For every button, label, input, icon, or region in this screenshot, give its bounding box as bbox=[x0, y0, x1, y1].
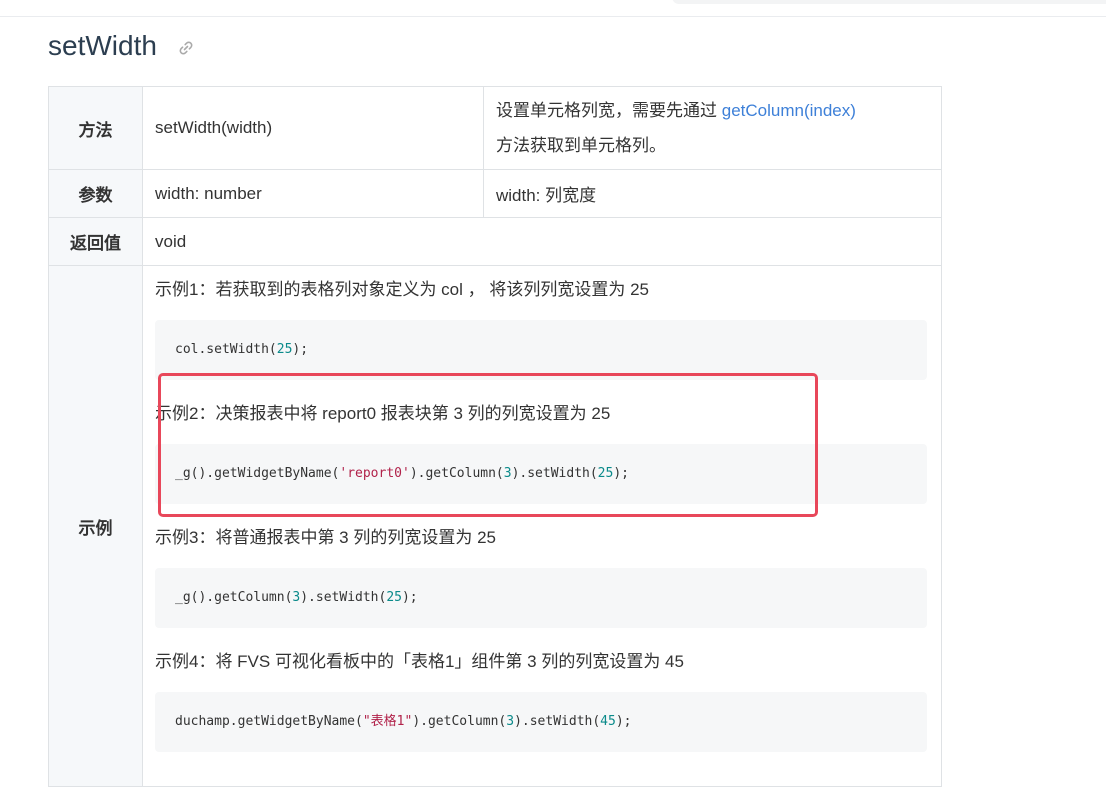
table-row-params: 参数 width: number width: 列宽度 bbox=[48, 169, 942, 218]
params-description: width: 列宽度 bbox=[483, 169, 942, 218]
code-number: 3 bbox=[503, 466, 512, 481]
search-bar-edge[interactable] bbox=[672, 0, 1106, 4]
code-token: ); bbox=[613, 466, 629, 481]
method-signature: setWidth(width) bbox=[142, 86, 484, 170]
params-label: 参数 bbox=[48, 169, 143, 218]
code-token: ).setWidth( bbox=[300, 590, 387, 605]
return-label: 返回值 bbox=[48, 217, 143, 266]
example-4-code[interactable]: duchamp.getWidgetByName("表格1").getColumn… bbox=[155, 692, 927, 752]
code-number: 45 bbox=[600, 714, 616, 729]
example-1-label: 示例1：若获取到的表格列对象定义为 col ， 将该列列宽设置为 25 bbox=[155, 280, 649, 299]
get-column-link[interactable]: getColumn(index) bbox=[722, 101, 856, 120]
example-1-code[interactable]: col.setWidth(25); bbox=[155, 320, 927, 380]
method-desc-text-2: 方法获取到单元格列。 bbox=[496, 136, 666, 155]
code-token: ); bbox=[401, 590, 418, 605]
method-description: 设置单元格列宽，需要先通过 getColumn(index) 方法获取到单元格列… bbox=[483, 86, 942, 170]
code-token: ).getColumn( bbox=[412, 714, 507, 729]
code-string: 'report0' bbox=[339, 466, 410, 481]
examples-cell: 示例1：若获取到的表格列对象定义为 col ， 将该列列宽设置为 25 col.… bbox=[142, 265, 942, 787]
code-token: ).getColumn( bbox=[409, 466, 504, 481]
code-token: _g().getColumn( bbox=[175, 590, 293, 605]
code-number: 25 bbox=[386, 590, 402, 605]
code-token: _g().getWidgetByName( bbox=[175, 466, 340, 481]
code-number: 3 bbox=[506, 714, 515, 729]
example-2-code[interactable]: _g().getWidgetByName('report0').getColum… bbox=[155, 444, 927, 504]
code-string: "表格1" bbox=[362, 714, 413, 729]
params-type: width: number bbox=[142, 169, 484, 218]
code-token: duchamp.getWidgetByName( bbox=[175, 714, 363, 729]
example-2-label: 示例2：决策报表中将 report0 报表块第 3 列的列宽设置为 25 bbox=[155, 404, 611, 423]
top-bar bbox=[0, 0, 1106, 17]
page-title: setWidth bbox=[48, 30, 157, 61]
example-4-label: 示例4：将 FVS 可视化看板中的「表格1」组件第 3 列的列宽设置为 45 bbox=[155, 652, 684, 671]
example-3-code[interactable]: _g().getColumn(3).setWidth(25); bbox=[155, 568, 927, 628]
link-icon[interactable] bbox=[178, 40, 194, 56]
code-number: 25 bbox=[276, 342, 293, 357]
code-number: 25 bbox=[597, 466, 614, 481]
example-label: 示例 bbox=[48, 265, 143, 787]
code-token: col.setWidth( bbox=[175, 342, 277, 357]
code-token: ).setWidth( bbox=[514, 714, 601, 729]
code-token: ).setWidth( bbox=[511, 466, 598, 481]
return-value: void bbox=[142, 217, 942, 266]
table-row-method: 方法 setWidth(width) 设置单元格列宽，需要先通过 getColu… bbox=[48, 86, 942, 170]
method-desc-text: 设置单元格列宽，需要先通过 bbox=[496, 101, 717, 120]
code-token: ); bbox=[292, 342, 309, 357]
example-3-label: 示例3：将普通报表中第 3 列的列宽设置为 25 bbox=[155, 528, 496, 547]
table-row-example: 示例 示例1：若获取到的表格列对象定义为 col ， 将该列列宽设置为 25 c… bbox=[48, 265, 942, 787]
code-token: ); bbox=[615, 714, 632, 729]
method-label: 方法 bbox=[48, 86, 143, 170]
table-row-return: 返回值 void bbox=[48, 217, 942, 266]
api-table: 方法 setWidth(width) 设置单元格列宽，需要先通过 getColu… bbox=[48, 86, 942, 787]
